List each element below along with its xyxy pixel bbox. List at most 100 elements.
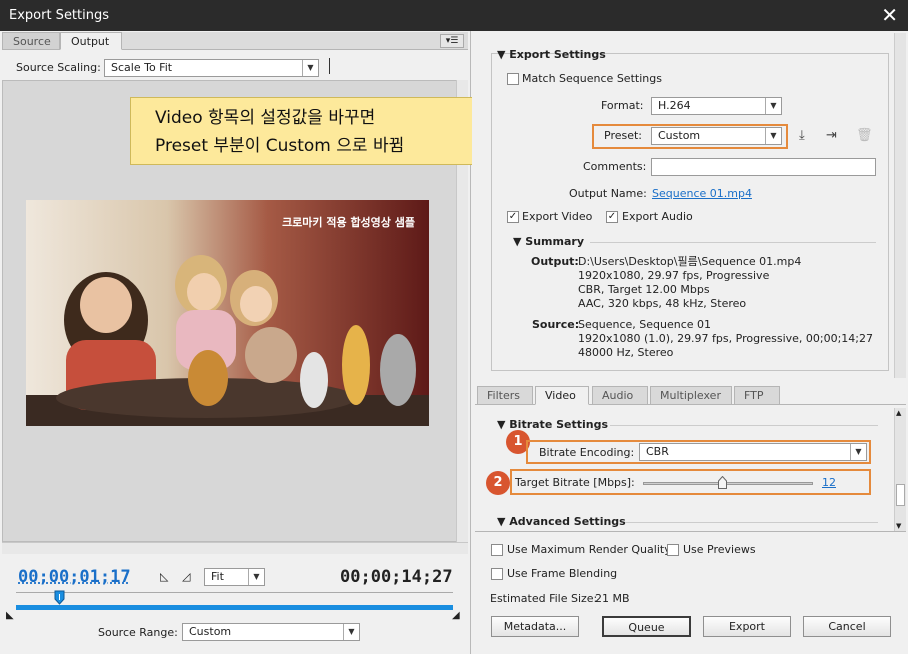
source-summary: Sequence, Sequence 01 1920x1080 (1.0), 2…	[578, 318, 874, 359]
target-bitrate-label: Target Bitrate [Mbps]:	[515, 476, 635, 489]
file-size-value: 21 MB	[595, 592, 630, 605]
export-video-label: Export Video	[522, 210, 593, 223]
output-summary: D:\Users\Desktop\필름\Sequence 01.mp4 1920…	[578, 255, 802, 310]
frame-blending-checkbox[interactable]	[491, 568, 503, 580]
video-settings-vscroll[interactable]: ▲ ▼	[894, 408, 906, 531]
source-range-label: Source Range:	[98, 626, 178, 639]
bitrate-encoding-select[interactable]: CBR ▼	[639, 443, 867, 461]
preview-hscroll[interactable]	[2, 542, 468, 554]
export-video-checkbox[interactable]: ✓	[507, 211, 519, 223]
collapse-triangle-icon: ▼	[513, 235, 526, 248]
preset-select[interactable]: Custom ▼	[651, 127, 782, 145]
lion-cartoon	[188, 350, 228, 406]
delete-preset-icon[interactable]: 🗑	[856, 128, 873, 143]
output-name-label: Output Name:	[569, 187, 647, 200]
divider	[590, 242, 876, 243]
tab-multiplexer[interactable]: Multiplexer	[650, 386, 732, 405]
use-previews-checkbox[interactable]	[667, 544, 679, 556]
duration-timecode: 00;00;14;27	[340, 567, 453, 587]
chevron-down-icon: ▼	[302, 60, 318, 76]
format-label: Format:	[601, 99, 644, 112]
source-scaling-label: Source Scaling:	[16, 61, 101, 74]
format-value: H.264	[658, 99, 691, 112]
chevron-down-icon: ▼	[765, 128, 781, 144]
summary-header[interactable]: ▼ Summary	[513, 235, 584, 248]
preset-value: Custom	[658, 129, 701, 142]
time-ruler	[16, 592, 453, 605]
annotation-callout: Video 항목의 설정값을 바꾸면 Preset 부분이 Custom 으로 …	[130, 97, 498, 165]
zoom-fit-select[interactable]: Fit ▼	[204, 568, 265, 586]
source-range-value: Custom	[189, 625, 232, 638]
slider-thumb[interactable]	[718, 475, 728, 489]
use-previews-label: Use Previews	[683, 543, 756, 556]
set-out-point-icon[interactable]: ◿	[182, 570, 190, 583]
source-summary-label: Source:	[532, 318, 580, 331]
tab-filters[interactable]: Filters	[477, 386, 533, 405]
max-render-label: Use Maximum Render Quality	[507, 543, 671, 556]
collapse-triangle-icon: ▼	[497, 515, 510, 528]
queue-button[interactable]: Queue	[602, 616, 691, 637]
playhead-handle[interactable]	[54, 590, 65, 608]
settings-tabs: Filters Video Audio Multiplexer FTP	[475, 386, 906, 405]
tab-ftp[interactable]: FTP	[734, 386, 780, 405]
zebra-cartoon	[300, 352, 328, 408]
current-timecode[interactable]: 00;00;01;17	[18, 567, 131, 587]
output-name-link[interactable]: Sequence 01.mp4	[652, 187, 752, 200]
scroll-down-icon: ▼	[896, 522, 902, 530]
tab-output[interactable]: Output	[60, 32, 122, 50]
tab-audio[interactable]: Audio	[592, 386, 648, 405]
bitrate-encoding-label: Bitrate Encoding:	[539, 446, 635, 459]
match-sequence-label: Match Sequence Settings	[522, 72, 662, 85]
source-scaling-select[interactable]: Scale To Fit ▼	[104, 59, 319, 77]
comments-label: Comments:	[583, 160, 647, 173]
save-preset-icon[interactable]: ⤓	[799, 128, 805, 143]
settings-vscroll[interactable]	[894, 33, 906, 378]
chevron-down-icon: ▼	[850, 444, 866, 460]
video-preview: 크로마키 적용 합성영상 샘플	[26, 200, 429, 426]
tab-video[interactable]: Video	[535, 386, 589, 405]
out-marker-icon[interactable]: ◢	[452, 610, 460, 621]
text-cursor	[329, 58, 330, 74]
advanced-settings-header[interactable]: ▼ Advanced Settings	[497, 515, 626, 528]
match-sequence-checkbox[interactable]	[507, 73, 519, 85]
bitrate-header[interactable]: ▼ Bitrate Settings	[497, 418, 608, 431]
export-button[interactable]: Export	[703, 616, 791, 637]
metadata-button[interactable]: Metadata...	[491, 616, 579, 637]
chevron-down-icon: ▼	[765, 98, 781, 114]
max-render-checkbox[interactable]	[491, 544, 503, 556]
timeline-bar[interactable]	[16, 605, 453, 610]
output-summary-label: Output:	[531, 255, 579, 268]
cancel-button[interactable]: Cancel	[803, 616, 891, 637]
import-preset-icon[interactable]: ⇥	[826, 128, 837, 143]
step-2-badge: 2	[486, 471, 510, 495]
divider	[475, 531, 906, 532]
divider	[610, 425, 878, 426]
format-select[interactable]: H.264 ▼	[651, 97, 782, 115]
source-range-select[interactable]: Custom ▼	[182, 623, 360, 641]
target-bitrate-slider[interactable]	[643, 482, 813, 485]
panel-menu-icon[interactable]: ▾☰	[440, 34, 464, 48]
set-in-point-icon[interactable]: ◺	[160, 570, 168, 583]
export-settings-header[interactable]: ▼ Export Settings	[497, 48, 606, 61]
collapse-triangle-icon: ▼	[497, 48, 510, 61]
elephant-cartoon	[245, 327, 297, 383]
chevron-down-icon: ▼	[343, 624, 359, 640]
video-scene	[26, 200, 429, 426]
source-scaling-value: Scale To Fit	[111, 61, 173, 74]
comments-input[interactable]	[651, 158, 876, 176]
in-marker-icon[interactable]: ◣	[6, 610, 14, 621]
target-bitrate-value[interactable]: 12	[822, 476, 836, 489]
video-caption: 크로마키 적용 합성영상 샘플	[282, 216, 415, 229]
divider	[625, 522, 878, 523]
close-icon[interactable]: ✕	[881, 3, 898, 27]
left-tab-row: Source Output ▾☰	[2, 32, 468, 50]
tab-source[interactable]: Source	[2, 32, 60, 50]
rhino-cartoon	[380, 334, 416, 406]
export-audio-checkbox[interactable]: ✓	[606, 211, 618, 223]
window-title: Export Settings	[9, 8, 110, 23]
chevron-down-icon: ▼	[248, 569, 264, 585]
frame-blending-label: Use Frame Blending	[507, 567, 618, 580]
file-size-label: Estimated File Size:	[490, 592, 598, 605]
title-bar: Export Settings ✕	[0, 0, 908, 31]
collapse-triangle-icon: ▼	[497, 418, 510, 431]
